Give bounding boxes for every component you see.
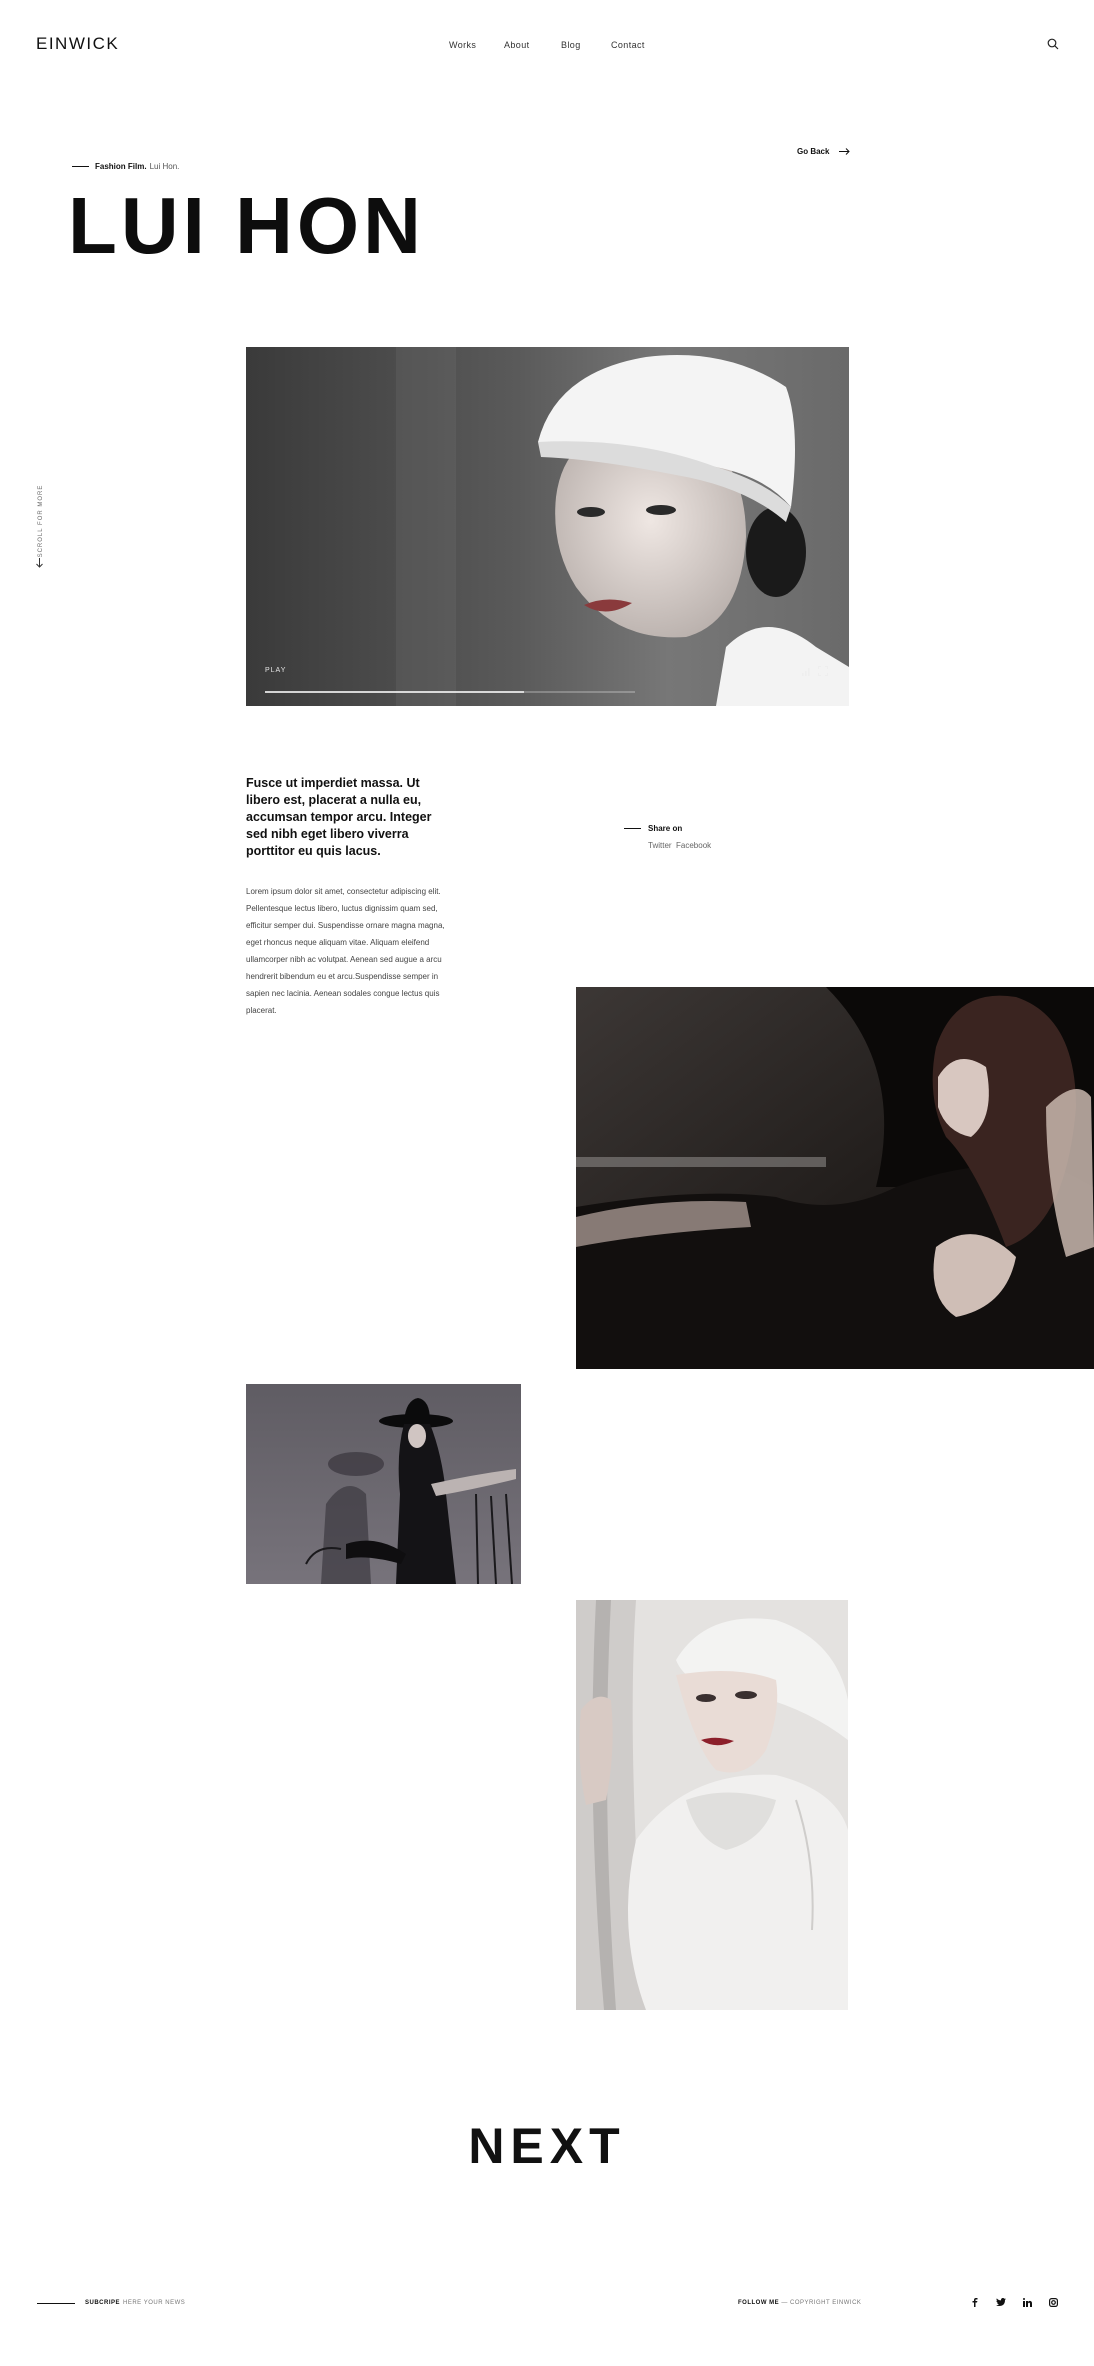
footer-subscribe: SUBCRIPE HERE YOUR NEWS [37,2300,185,2306]
share-facebook-link[interactable]: Facebook [676,841,711,850]
fullscreen-icon[interactable] [818,663,828,676]
social-links [969,2296,1059,2308]
subscribe-label[interactable]: SUBCRIPE [85,2300,120,2306]
breadcrumb-project: Lui Hon. [149,162,180,171]
subscribe-hint: HERE YOUR NEWS [123,2300,186,2306]
nav-about[interactable]: About [504,40,530,50]
video-progress-fill [265,691,524,693]
follow-label: FOLLOW ME [738,2300,780,2306]
volume-icon[interactable] [801,663,811,676]
breadcrumb: Fashion Film. Lui Hon. [72,162,179,171]
gallery-photo-3[interactable] [576,1600,848,2010]
arrow-down-icon [36,558,43,568]
next-project-link[interactable]: NEXT [0,2117,1094,2175]
linkedin-icon[interactable] [1021,2296,1033,2308]
scroll-hint: SCROLL FOR MORE [34,485,48,568]
share-links: Twitter Facebook [648,841,711,850]
share-rule [624,828,641,829]
scroll-hint-label: SCROLL FOR MORE [38,484,44,558]
arrow-right-icon [839,148,851,155]
share-block: Share on Twitter Facebook [624,824,711,850]
share-twitter-link[interactable]: Twitter [648,841,672,850]
search-icon[interactable] [1047,37,1059,50]
nav-works[interactable]: Works [449,40,476,50]
twitter-icon[interactable] [995,2296,1007,2308]
instagram-icon[interactable] [1047,2296,1059,2308]
video-player[interactable]: PLAY [246,347,849,706]
gallery-photo-2[interactable] [246,1384,521,1584]
body-paragraph: Lorem ipsum dolor sit amet, consectetur … [246,887,445,1015]
gallery-photo-1[interactable] [576,987,1094,1369]
footer-copyright: FOLLOW ME — COPYRIGHT EINWICK [738,2300,861,2306]
video-poster-image [246,347,849,706]
main-nav: Works About Blog Contact [0,40,1094,54]
copyright-text: — COPYRIGHT EINWICK [781,2300,862,2306]
share-heading: Share on [624,824,711,833]
breadcrumb-rule [72,166,89,167]
breadcrumb-category: Fashion Film. [95,162,147,171]
share-label: Share on [648,824,683,833]
nav-contact[interactable]: Contact [611,40,645,50]
go-back-label: Go Back [797,147,830,156]
facebook-icon[interactable] [969,2296,981,2308]
lead-paragraph: Fusce ut imperdiet massa. Ut libero est,… [246,776,432,858]
page-title: LUI HON [68,181,425,270]
play-button[interactable]: PLAY [265,667,286,674]
nav-blog[interactable]: Blog [561,40,581,50]
video-progress-bar[interactable] [265,691,635,693]
footer-rule [37,2302,75,2304]
go-back-link[interactable]: Go Back [797,147,851,156]
